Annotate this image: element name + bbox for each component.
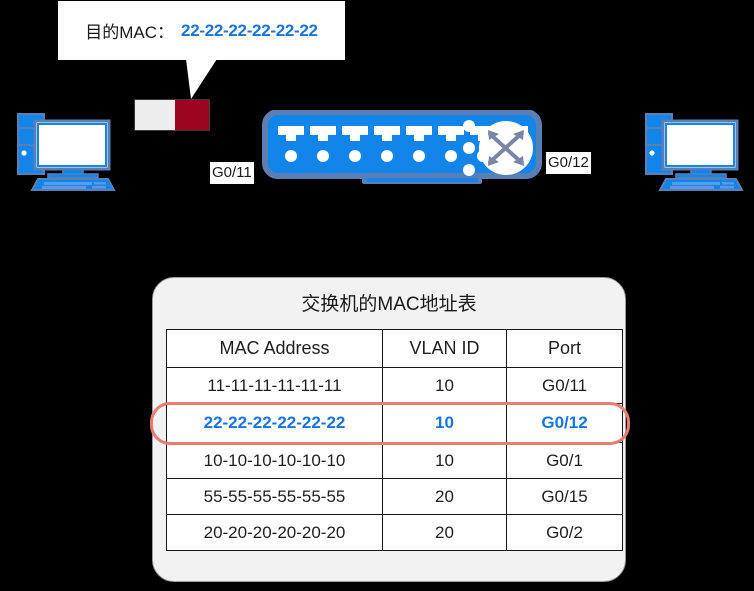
column-header: Port — [506, 329, 623, 368]
cell-mac: 55-55-55-55-55-55 — [166, 478, 383, 515]
cell-port: G0/12 — [506, 403, 623, 443]
table-row: 22-22-22-22-22-22 10 G0/12 — [166, 403, 623, 443]
packet-payload-segment — [174, 100, 209, 130]
cell-mac: 20-20-20-20-20-20 — [166, 514, 383, 551]
table-row: 10-10-10-10-10-10 10 G0/1 — [166, 442, 623, 479]
port-label-g0-12: G0/12 — [546, 152, 591, 174]
switch-symbol-group — [456, 112, 542, 188]
column-header: VLAN ID — [382, 329, 507, 368]
mac-address-table-panel: 交换机的MAC地址表 MAC Address VLAN ID Port 11-11-1… — [150, 277, 630, 582]
table-row: 20-20-20-20-20-20 20 G0/2 — [166, 514, 623, 551]
diagram-canvas: 目的MAC： 22-22-22-22-22-22 G0/11 G0/12 交换机… — [0, 0, 754, 591]
cell-vlan: 10 — [382, 403, 507, 443]
left-pc-icon — [8, 112, 118, 192]
port-label-g0-11: G0/11 — [210, 162, 254, 184]
right-pc-icon — [636, 112, 746, 192]
callout-content: 目的MAC： 22-22-22-22-22-22 — [58, 1, 345, 60]
cell-port: G0/11 — [506, 367, 623, 404]
destination-mac-callout: 目的MAC： 22-22-22-22-22-22 — [58, 1, 345, 60]
cell-vlan: 10 — [382, 442, 507, 479]
table-row: 11-11-11-11-11-11 10 G0/11 — [166, 367, 623, 404]
cell-port: G0/2 — [506, 514, 623, 551]
mac-address-table: MAC Address VLAN ID Port 11-11-11-11-11-11 1… — [166, 329, 623, 551]
packet-header-segment — [135, 100, 175, 130]
cell-mac: 22-22-22-22-22-22 — [166, 403, 383, 443]
mac-table-title: 交换机的MAC地址表 — [301, 294, 477, 315]
callout-tail-icon — [186, 59, 217, 99]
cell-mac: 11-11-11-11-11-11 — [166, 367, 383, 404]
mac-table-header-row: MAC Address VLAN ID Port — [166, 329, 623, 368]
cell-mac: 10-10-10-10-10-10 — [166, 442, 383, 479]
cell-port: G0/1 — [506, 442, 623, 479]
frame-packet-icon — [134, 99, 210, 131]
column-header: MAC Address — [166, 329, 383, 368]
table-row: 55-55-55-55-55-55 20 G0/15 — [166, 478, 623, 515]
callout-mac-value: 22-22-22-22-22-22 — [181, 20, 318, 40]
cell-vlan: 10 — [382, 367, 507, 404]
cell-port: G0/15 — [506, 478, 623, 515]
cell-vlan: 20 — [382, 514, 507, 551]
callout-label: 目的MAC： — [85, 23, 175, 42]
cell-vlan: 20 — [382, 478, 507, 515]
